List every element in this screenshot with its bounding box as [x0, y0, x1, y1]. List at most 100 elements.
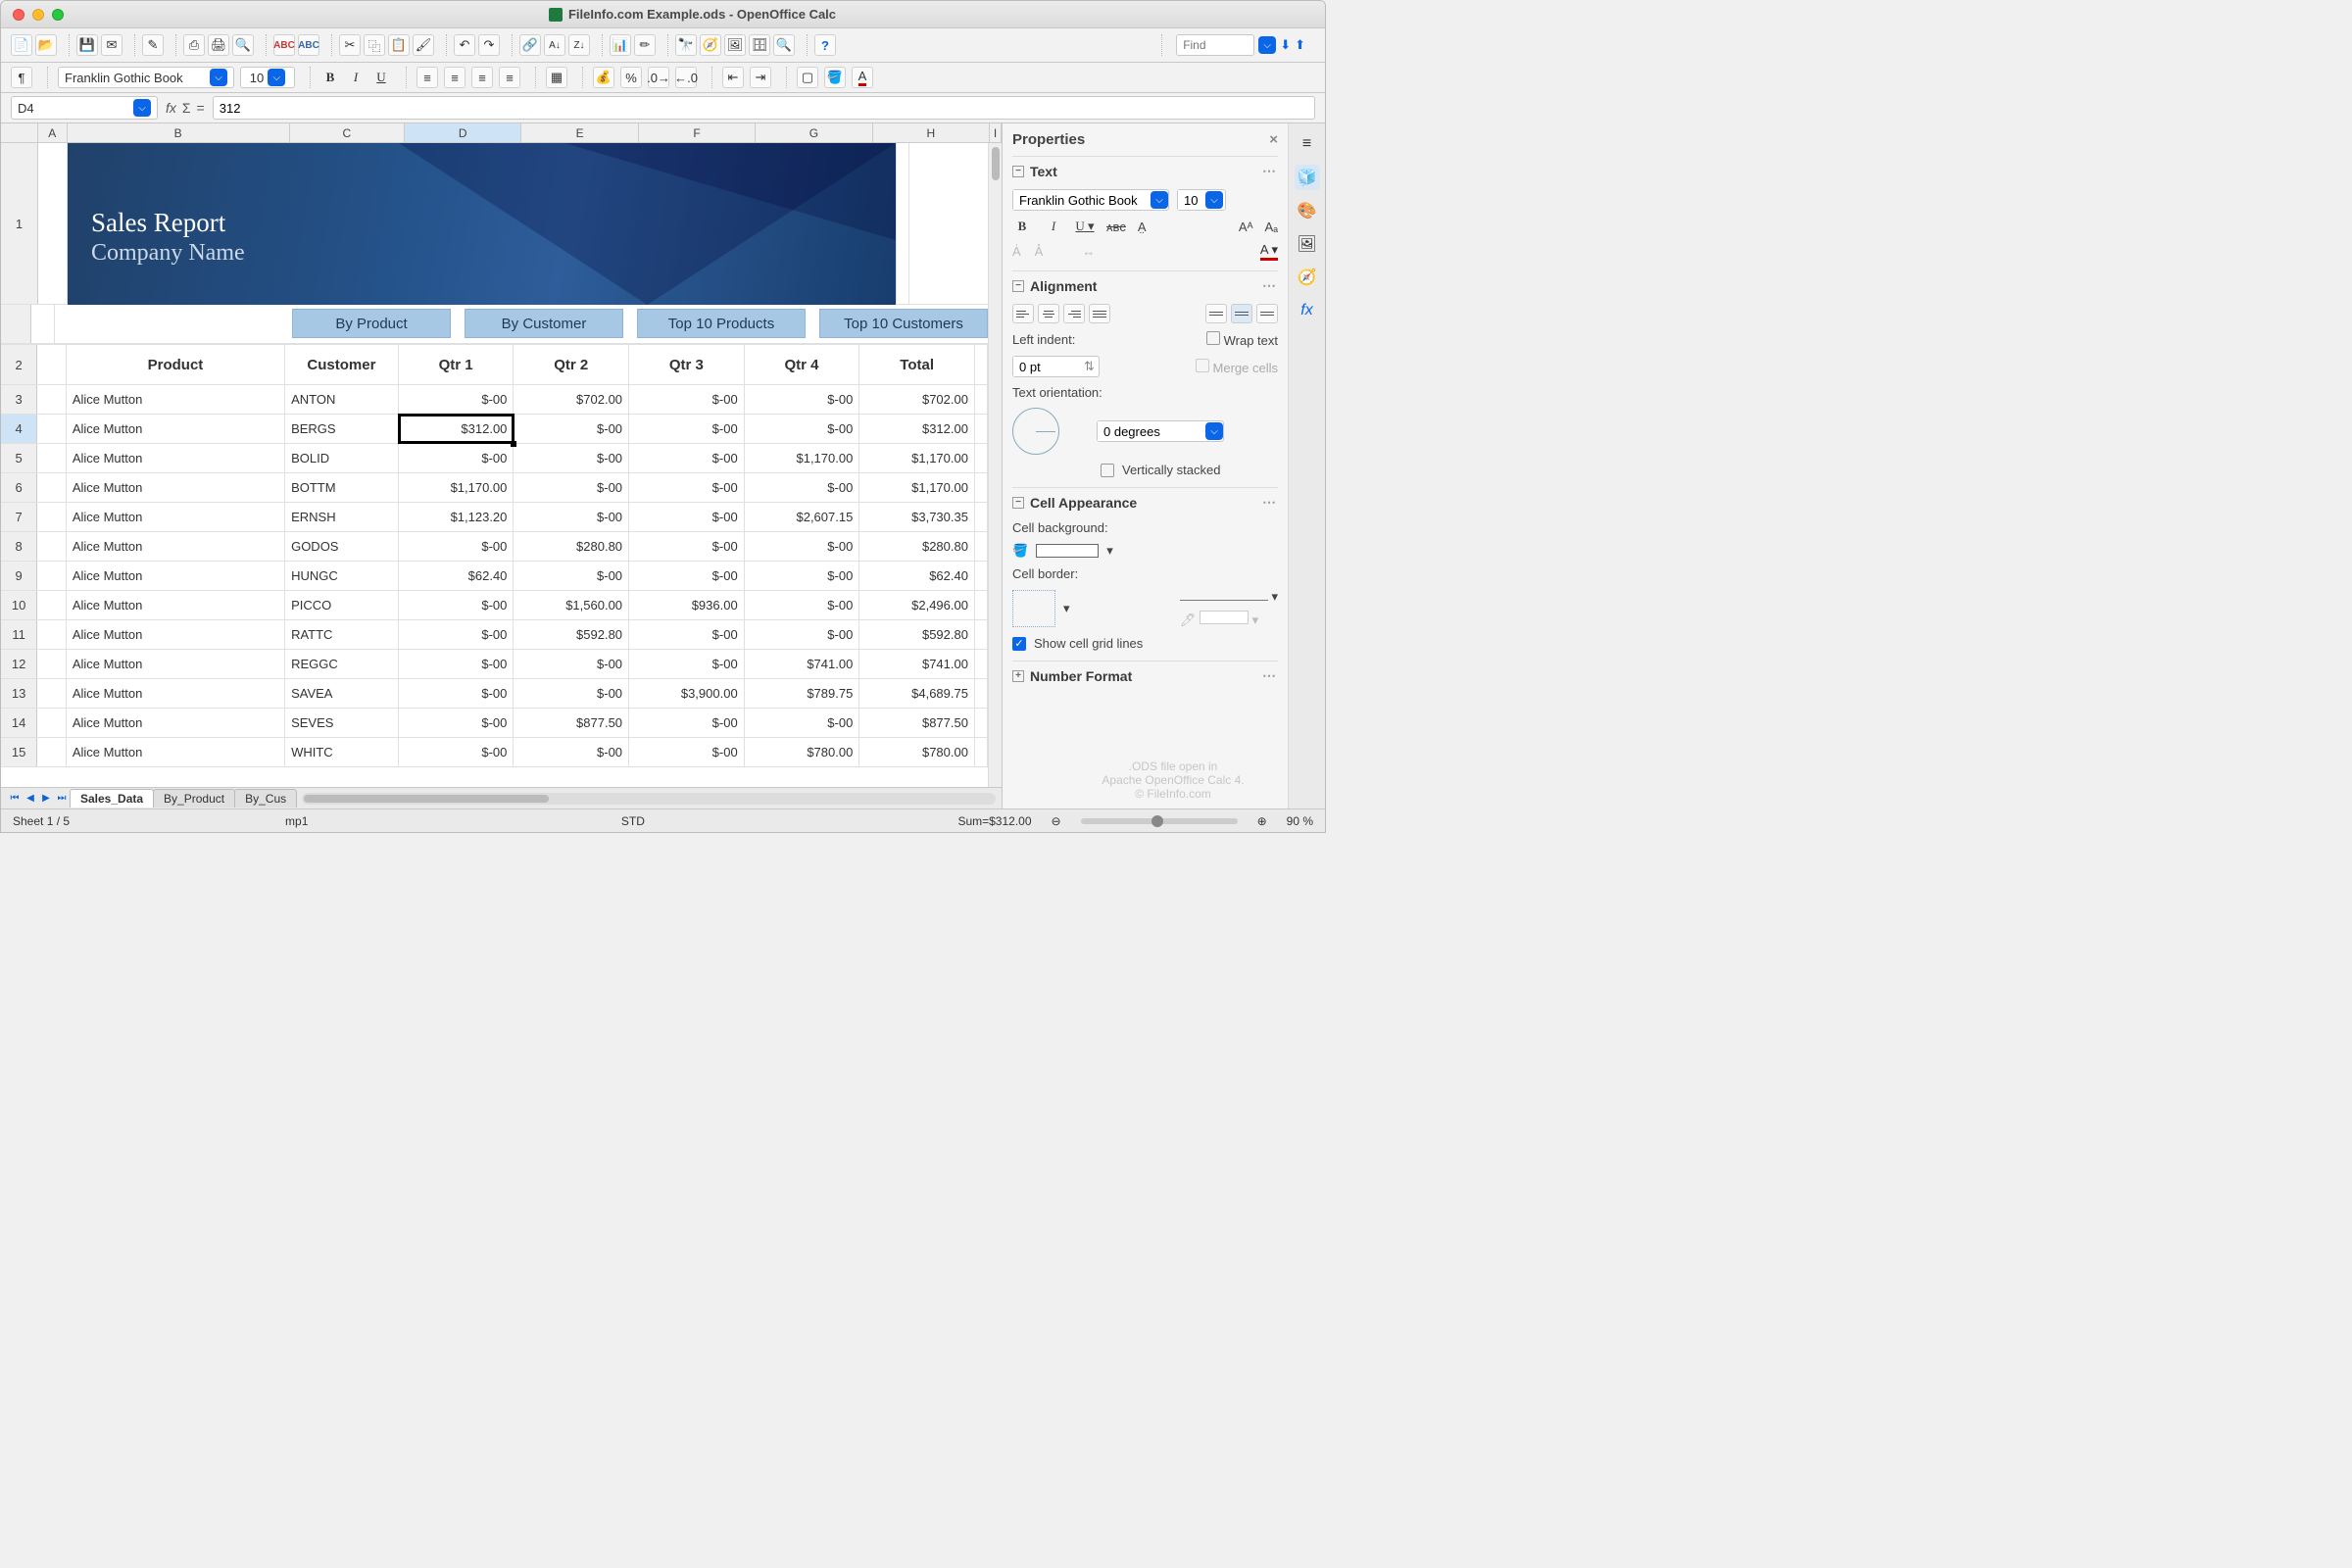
cell-q2[interactable]: $-00 [514, 650, 629, 678]
undo-button[interactable]: ↶ [454, 34, 475, 56]
minimize-window-button[interactable] [32, 9, 44, 21]
row-header[interactable]: 4 [1, 415, 37, 443]
cell-q2[interactable]: $-00 [514, 444, 629, 472]
header-total[interactable]: Total [859, 345, 975, 384]
horizontal-scrollbar[interactable] [302, 793, 996, 805]
header-q2[interactable]: Qtr 2 [514, 345, 629, 384]
indent-input[interactable]: ⇅ [1012, 356, 1100, 377]
grid-body[interactable]: 1 Sales Report Company Name [1, 143, 988, 787]
row-header[interactable]: 10 [1, 591, 37, 619]
cell-customer[interactable]: BERGS [285, 415, 399, 443]
cell-q2[interactable]: $-00 [514, 679, 629, 708]
header-product[interactable]: Product [67, 345, 285, 384]
cell-q4[interactable]: $780.00 [745, 738, 860, 766]
vertical-scrollbar[interactable] [988, 143, 1002, 787]
line-color-select[interactable]: 🖊 ▾ [1180, 611, 1278, 628]
styles-tab-icon[interactable]: 🎨 [1295, 198, 1320, 223]
find-input[interactable] [1176, 34, 1254, 56]
cell-q1[interactable]: $1,123.20 [399, 503, 514, 531]
expand-icon[interactable]: + [1012, 670, 1024, 682]
cell-q3[interactable]: $-00 [629, 444, 745, 472]
align-right-button[interactable]: ≡ [471, 67, 493, 88]
cell-q4[interactable]: $-00 [745, 562, 860, 590]
cell-total[interactable]: $280.80 [859, 532, 975, 561]
cell-q4[interactable]: $741.00 [745, 650, 860, 678]
halign-right-button[interactable] [1063, 304, 1085, 323]
edit-button[interactable]: ✎ [142, 34, 164, 56]
new-doc-button[interactable]: 📄 [11, 34, 32, 56]
cell-q4[interactable]: $-00 [745, 591, 860, 619]
cell-total[interactable]: $592.80 [859, 620, 975, 649]
cell-customer[interactable]: RATTC [285, 620, 399, 649]
shadow-button[interactable]: A̤ [1138, 220, 1147, 234]
cell-reference-box[interactable]: D4 ⌵ [11, 96, 158, 120]
cell-q1[interactable]: $-00 [399, 650, 514, 678]
cell-q4[interactable]: $-00 [745, 620, 860, 649]
cell-q3[interactable]: $-00 [629, 562, 745, 590]
cell-q3[interactable]: $-00 [629, 415, 745, 443]
col-header[interactable]: D [405, 123, 521, 142]
cell-product[interactable]: Alice Mutton [67, 650, 285, 678]
cell-product[interactable]: Alice Mutton [67, 385, 285, 414]
maximize-window-button[interactable] [52, 9, 64, 21]
spellcheck-button[interactable]: ABC [273, 34, 295, 56]
collapse-icon[interactable]: − [1012, 166, 1024, 177]
cell-product[interactable]: Alice Mutton [67, 738, 285, 766]
zoom-in-button[interactable]: ⊕ [1257, 814, 1267, 828]
cell-customer[interactable]: HUNGC [285, 562, 399, 590]
sheet-tab[interactable]: By_Cus [234, 789, 297, 808]
bold-button[interactable]: B [1012, 219, 1032, 234]
cell-q3[interactable]: $-00 [629, 620, 745, 649]
align-justify-button[interactable]: ≡ [499, 67, 520, 88]
cell-customer[interactable]: ERNSH [285, 503, 399, 531]
header-q1[interactable]: Qtr 1 [399, 345, 514, 384]
zoom-out-button[interactable]: ⊖ [1052, 814, 1061, 828]
cell-q3[interactable]: $-00 [629, 532, 745, 561]
align-center-button[interactable]: ≡ [444, 67, 466, 88]
header-q4[interactable]: Qtr 4 [745, 345, 860, 384]
cell-product[interactable]: Alice Mutton [67, 473, 285, 502]
sidebar-size-select[interactable]: ⌵ [1177, 189, 1226, 211]
chart-button[interactable]: 📊 [610, 34, 631, 56]
cell-q2[interactable]: $-00 [514, 503, 629, 531]
bucket-icon[interactable]: 🪣 [1012, 543, 1028, 559]
valign-top-button[interactable] [1205, 304, 1227, 323]
navigator-tab-icon[interactable]: 🧭 [1295, 265, 1320, 290]
decrease-indent-button[interactable]: ⇤ [722, 67, 744, 88]
font-name-select[interactable]: Franklin Gothic Book ⌵ [58, 67, 234, 88]
halign-center-button[interactable] [1038, 304, 1059, 323]
bold-button[interactable]: B [320, 70, 340, 85]
gridlines-checkbox[interactable]: ✓ [1012, 637, 1026, 651]
font-size-select[interactable]: 10 ⌵ [240, 67, 295, 88]
cell-q1[interactable]: $-00 [399, 591, 514, 619]
cell-q1[interactable]: $-00 [399, 709, 514, 737]
cell-product[interactable]: Alice Mutton [67, 532, 285, 561]
cell-q2[interactable]: $-00 [514, 473, 629, 502]
cell-q4[interactable]: $1,170.00 [745, 444, 860, 472]
strikethrough-button[interactable]: ᴀʙᴄ [1106, 220, 1126, 234]
row-header[interactable]: 3 [1, 385, 37, 414]
add-decimal-button[interactable]: .0→ [648, 67, 669, 88]
cell-customer[interactable]: GODOS [285, 532, 399, 561]
sidebar-settings-icon[interactable]: ≡ [1295, 131, 1320, 157]
row-header[interactable]: 6 [1, 473, 37, 502]
wrap-checkbox[interactable] [1206, 331, 1220, 345]
row-header[interactable]: 2 [1, 345, 37, 384]
cell-product[interactable]: Alice Mutton [67, 503, 285, 531]
row-header[interactable]: 1 [1, 143, 38, 304]
line-style-select[interactable]: ▾ [1180, 589, 1278, 605]
sum-button[interactable]: Σ [182, 100, 191, 116]
orientation-dial[interactable] [1012, 408, 1059, 455]
find-next-icon[interactable]: ⬆ [1295, 37, 1305, 53]
cell-customer[interactable]: REGGC [285, 650, 399, 678]
cell-q1[interactable]: $62.40 [399, 562, 514, 590]
row-header[interactable] [1, 305, 31, 343]
cell-customer[interactable]: BOLID [285, 444, 399, 472]
sort-desc-button[interactable]: Z↓ [568, 34, 590, 56]
bgcolor-button[interactable]: 🪣 [824, 67, 846, 88]
cell-q1[interactable]: $-00 [399, 444, 514, 472]
cell-total[interactable]: $877.50 [859, 709, 975, 737]
sidebar-font-select[interactable]: ⌵ [1012, 189, 1169, 211]
fontcolor-button[interactable]: A [852, 67, 873, 88]
cell-q1[interactable]: $312.00 [399, 415, 514, 443]
